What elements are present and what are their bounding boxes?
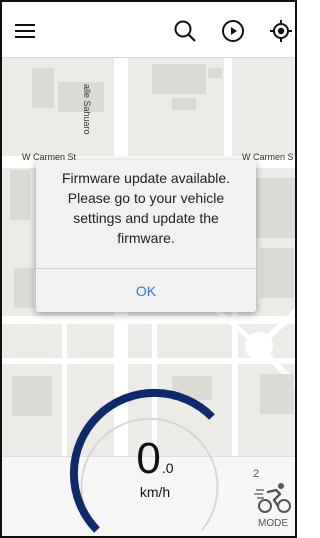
top-bar: [2, 2, 295, 58]
mode-button[interactable]: 2 MODE: [250, 468, 295, 532]
play-circle-icon[interactable]: [220, 18, 246, 44]
menu-icon[interactable]: [12, 18, 38, 44]
dialog-message: Firmware update available. Please go to …: [61, 170, 231, 246]
street-label-vertical: alle Sahuaro: [82, 84, 92, 135]
speed-decimal: .0: [161, 460, 174, 476]
mode-label: MODE: [258, 518, 288, 529]
firmware-update-dialog: Firmware update available. Please go to …: [36, 160, 256, 312]
app-screen: W Carmen St W Carmen S alle Sahuaro Firm…: [0, 0, 297, 538]
cyclist-icon: [254, 483, 291, 513]
locate-icon[interactable]: [268, 18, 294, 44]
search-icon[interactable]: [172, 18, 198, 44]
ok-button[interactable]: OK: [36, 269, 256, 312]
speed-value: 0: [136, 434, 161, 483]
speed-unit: km/h: [139, 484, 171, 500]
speed-readout: 0.0 km/h: [110, 434, 200, 514]
